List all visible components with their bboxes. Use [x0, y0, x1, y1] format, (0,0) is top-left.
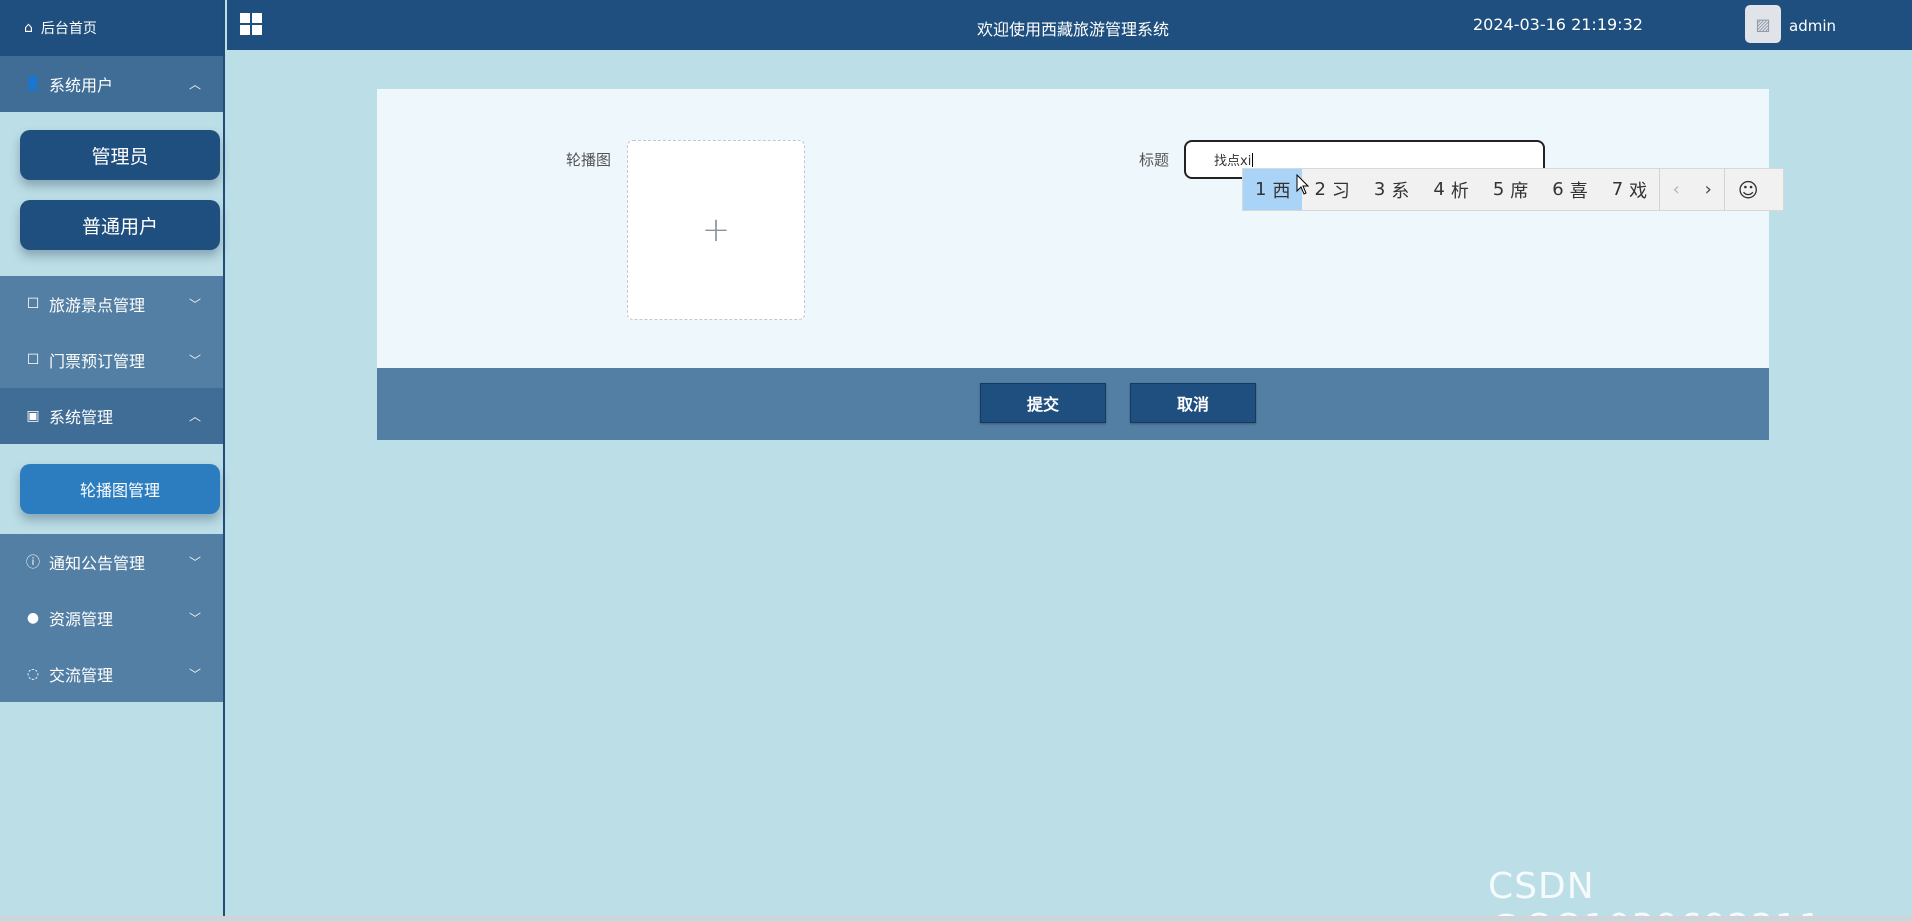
sidebar-item-resources[interactable]: ● 资源管理 ﹀ — [0, 590, 223, 646]
cancel-button[interactable]: 取消 — [1130, 383, 1256, 423]
ime-candidate-bar: 1西 2习 3系 4析 5席 6喜 7戏 ‹ › ☺ — [1242, 168, 1784, 211]
picture-icon: ▣ — [26, 408, 40, 424]
candidate-char: 席 — [1510, 180, 1529, 202]
candidate-char: 习 — [1331, 180, 1350, 202]
candidate-number: 4 — [1433, 179, 1445, 200]
carousel-label: 轮播图 — [566, 151, 612, 169]
sidebar-item-label: 通知公告管理 — [49, 554, 146, 573]
candidate-char: 喜 — [1569, 180, 1588, 202]
sidebar-home-link[interactable]: ⌂ 后台首页 — [0, 0, 223, 56]
sidebar-item-label: 资源管理 — [49, 610, 114, 629]
chevron-up-icon: ︿ — [188, 409, 201, 424]
sidebar-item-tickets[interactable]: ☐ 门票预订管理 ﹀ — [0, 332, 223, 388]
sidebar-menu: ⓘ 通知公告管理 ﹀ ● 资源管理 ﹀ ◌ 交流管理 ﹀ — [0, 534, 223, 702]
share-box-icon: ☐ — [26, 352, 40, 368]
ime-candidate-3[interactable]: 3系 — [1362, 169, 1421, 210]
watermark: CSDN @QQ1039692211 — [1488, 866, 1822, 922]
emoji-icon[interactable]: ☺ — [1725, 169, 1771, 210]
ime-candidate-4[interactable]: 4析 — [1421, 169, 1480, 210]
candidate-number: 2 — [1314, 179, 1326, 200]
sidebar-menu: ☐ 旅游景点管理 ﹀ ☐ 门票预订管理 ﹀ ▣ 系统管理 ︿ — [0, 276, 223, 444]
share-box-icon: ☐ — [26, 296, 40, 312]
sidebar-menu: 👤 系统用户 ︿ — [0, 56, 223, 112]
text-caret — [1252, 152, 1254, 167]
candidate-number: 7 — [1611, 179, 1624, 200]
sidebar-item-label: 系统用户 — [49, 76, 114, 95]
image-icon: ▨ — [1755, 14, 1771, 34]
sidebar-subitem-carousel[interactable]: 轮播图管理 — [20, 464, 220, 514]
chevron-down-icon: ﹀ — [188, 667, 201, 682]
sidebar-item-label: 旅游景点管理 — [49, 296, 146, 315]
plus-icon: + — [701, 210, 731, 250]
datetime-display: 2024-03-16 21:19:32 — [1473, 15, 1643, 34]
image-upload[interactable]: + — [627, 140, 805, 320]
ime-candidate-7[interactable]: 7戏 — [1600, 169, 1659, 210]
sidebar-home-label: 后台首页 — [40, 21, 97, 37]
sidebar-subitem-admin[interactable]: 管理员 — [20, 130, 220, 180]
sidebar-item-communication[interactable]: ◌ 交流管理 ﹀ — [0, 646, 223, 702]
form-card — [377, 89, 1769, 368]
ime-candidate-1[interactable]: 1西 — [1243, 169, 1303, 210]
user-icon: 👤 — [24, 76, 42, 92]
sidebar-item-system-users[interactable]: 👤 系统用户 ︿ — [0, 56, 223, 112]
title-label: 标题 — [1139, 151, 1170, 169]
candidate-char: 析 — [1450, 180, 1469, 202]
info-icon: ⓘ — [26, 555, 40, 571]
ime-candidate-6[interactable]: 6喜 — [1540, 169, 1599, 210]
sidebar-item-label: 门票预订管理 — [49, 352, 146, 371]
chevron-up-icon: ︿ — [188, 77, 201, 92]
candidate-char: 系 — [1391, 180, 1410, 202]
sidebar-item-attractions[interactable]: ☐ 旅游景点管理 ﹀ — [0, 276, 223, 332]
ime-candidate-2[interactable]: 2习 — [1302, 169, 1361, 210]
mouse-pointer-icon — [1296, 174, 1310, 195]
username[interactable]: admin — [1789, 17, 1836, 35]
home-icon: ⌂ — [24, 20, 33, 36]
candidate-number: 5 — [1492, 179, 1505, 200]
bulb-icon: ● — [26, 610, 40, 626]
candidate-number: 6 — [1552, 179, 1564, 200]
chevron-down-icon: ﹀ — [188, 555, 201, 570]
sidebar-submenu-users: 管理员 普通用户 — [0, 112, 223, 276]
page-title: 欢迎使用西藏旅游管理系统 — [977, 20, 1170, 39]
bottom-edge — [0, 916, 1912, 922]
sidebar-item-label: 系统管理 — [49, 408, 114, 427]
chat-icon: ◌ — [26, 666, 40, 682]
candidate-number: 3 — [1373, 179, 1386, 200]
sidebar-subitem-normal-user[interactable]: 普通用户 — [20, 200, 220, 250]
sidebar-item-system-management[interactable]: ▣ 系统管理 ︿ — [0, 388, 223, 444]
form-actions: 提交 取消 — [377, 368, 1769, 440]
title-input-value: 找点xi — [1214, 154, 1252, 169]
submit-button[interactable]: 提交 — [980, 383, 1106, 423]
chevron-down-icon: ﹀ — [188, 353, 201, 368]
ime-candidate-5[interactable]: 5席 — [1481, 169, 1540, 210]
sidebar: ⌂ 后台首页 👤 系统用户 ︿ 管理员 普通用户 ☐ 旅游景点管理 ﹀ ☐ 门票… — [0, 0, 225, 922]
sidebar-item-label: 交流管理 — [49, 666, 114, 685]
top-bar: 欢迎使用西藏旅游管理系统 2024-03-16 21:19:32 ▨ admin — [227, 0, 1912, 50]
chevron-right-icon[interactable]: › — [1692, 169, 1724, 210]
candidate-char: 西 — [1272, 180, 1291, 202]
chevron-left-icon[interactable]: ‹ — [1660, 169, 1692, 210]
avatar[interactable]: ▨ — [1745, 5, 1781, 43]
sidebar-submenu-system: 轮播图管理 — [0, 444, 223, 514]
chevron-down-icon: ﹀ — [188, 611, 201, 626]
candidate-number: 1 — [1255, 179, 1267, 200]
candidate-char: 戏 — [1629, 180, 1648, 202]
chevron-down-icon: ﹀ — [188, 297, 201, 312]
menu-grid-icon[interactable] — [240, 13, 262, 35]
sidebar-item-notices[interactable]: ⓘ 通知公告管理 ﹀ — [0, 534, 223, 590]
